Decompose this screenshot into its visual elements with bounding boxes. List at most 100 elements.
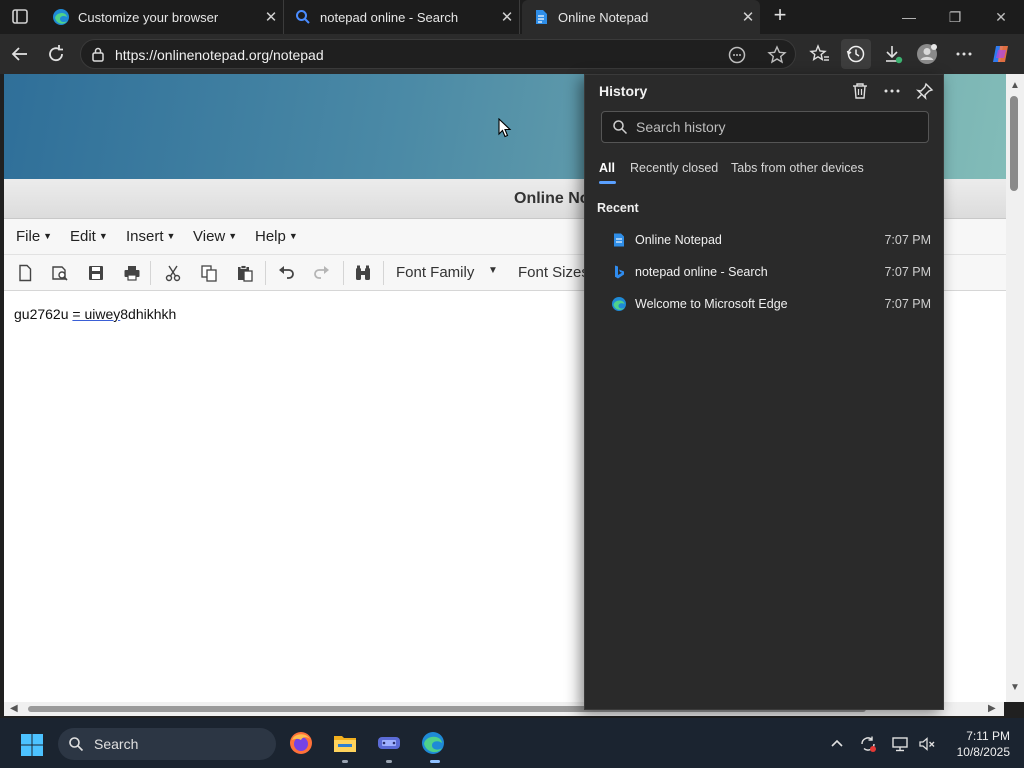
profile-avatar[interactable]: [916, 43, 938, 65]
menu-file[interactable]: File ▼: [16, 228, 52, 245]
cut-icon[interactable]: [164, 264, 182, 282]
history-item-title: Welcome to Microsoft Edge: [635, 297, 788, 311]
scroll-down-icon[interactable]: ▼: [1010, 682, 1020, 693]
downloads-icon[interactable]: [882, 43, 904, 65]
history-tab-recently-closed[interactable]: Recently closed: [630, 161, 718, 175]
bing-icon: [611, 264, 627, 280]
new-document-icon[interactable]: [16, 264, 34, 282]
editor-textarea[interactable]: gu2762u = uiwey8dhikhkh: [14, 306, 176, 322]
reading-mode-icon[interactable]: [727, 45, 747, 65]
tab-actions-icon[interactable]: [8, 6, 32, 28]
more-options-icon[interactable]: [882, 81, 902, 101]
edge-icon: [611, 296, 627, 312]
undo-icon[interactable]: [277, 264, 295, 282]
close-tab-icon[interactable]: ✕: [495, 8, 519, 26]
history-tab-other-devices[interactable]: Tabs from other devices: [731, 161, 864, 175]
history-item[interactable]: Online Notepad 7:07 PM: [611, 228, 931, 254]
history-item[interactable]: Welcome to Microsoft Edge 7:07 PM: [611, 292, 931, 318]
history-item[interactable]: notepad online - Search 7:07 PM: [611, 260, 931, 286]
tab-notepad-search[interactable]: notepad online - Search ✕: [284, 0, 520, 34]
scrollbar-thumb[interactable]: [1010, 96, 1018, 191]
file-explorer-icon[interactable]: [332, 730, 358, 756]
clock-time: 7:11 PM: [966, 729, 1010, 743]
caret-down-icon[interactable]: ▼: [488, 265, 498, 276]
history-panel: History All Recently closed Tabs from ot…: [584, 74, 944, 710]
address-bar[interactable]: https://onlinenotepad.org/notepad: [80, 39, 796, 69]
favorite-star-icon[interactable]: [767, 45, 787, 65]
history-item-title: notepad online - Search: [635, 265, 768, 279]
font-sizes-select[interactable]: Font Sizes: [518, 264, 589, 281]
tab-title: notepad online - Search: [320, 9, 459, 25]
close-window-icon[interactable]: ✕: [978, 0, 1024, 34]
clock-date: 10/8/2025: [956, 745, 1010, 759]
pin-icon[interactable]: [915, 81, 935, 101]
caret-down-icon: ▼: [98, 231, 108, 241]
taskbar-search[interactable]: Search: [58, 728, 276, 760]
editor-text-misspelled: = uiwey: [72, 306, 121, 322]
print-icon[interactable]: [123, 264, 141, 282]
menu-label: File: [16, 228, 41, 245]
open-preview-icon[interactable]: [51, 264, 69, 282]
caret-down-icon: ▼: [228, 231, 238, 241]
menu-insert[interactable]: Insert ▼: [126, 228, 175, 245]
url-text[interactable]: https://onlinenotepad.org/notepad: [115, 47, 324, 63]
system-clock[interactable]: 7:11 PM 10/8/2025: [944, 728, 1010, 760]
font-family-select[interactable]: Font Family: [396, 264, 474, 281]
more-icon[interactable]: [953, 43, 975, 65]
show-hidden-icons-icon[interactable]: [828, 735, 846, 753]
menu-help[interactable]: Help ▼: [255, 228, 298, 245]
history-item-time: 7:07 PM: [884, 265, 931, 279]
edge-icon: [52, 8, 70, 26]
taskbar: Search 7:11 PM 10/8/2025: [0, 718, 1024, 768]
copilot-icon[interactable]: [990, 43, 1012, 65]
tab-strip: Customize your browser ✕ notepad online …: [0, 0, 1024, 34]
caret-down-icon: ▼: [43, 231, 53, 241]
menu-edit[interactable]: Edit ▼: [70, 228, 108, 245]
notepad-icon: [532, 8, 550, 26]
tab-online-notepad[interactable]: Online Notepad ✕: [522, 0, 760, 34]
menu-label: View: [193, 228, 226, 245]
history-search-input[interactable]: [636, 117, 916, 137]
editor-text-part: gu2762u: [14, 306, 73, 322]
new-tab-button[interactable]: +: [768, 4, 792, 28]
mouse-cursor-icon: [498, 117, 512, 138]
lock-icon[interactable]: [91, 46, 105, 62]
back-icon[interactable]: [7, 41, 33, 67]
refresh-icon[interactable]: [43, 41, 69, 67]
volume-muted-icon[interactable]: [918, 735, 936, 753]
firefox-icon[interactable]: [288, 730, 314, 756]
toolbar-divider: [150, 261, 151, 285]
copy-icon[interactable]: [200, 264, 218, 282]
close-tab-icon[interactable]: ✕: [259, 8, 283, 26]
windows-start-icon[interactable]: [20, 733, 44, 757]
menu-label: Help: [255, 228, 286, 245]
restore-icon[interactable]: ❐: [932, 0, 978, 34]
history-icon[interactable]: [841, 39, 871, 69]
menu-label: Edit: [70, 228, 96, 245]
sync-icon[interactable]: [859, 735, 877, 753]
paste-icon[interactable]: [236, 264, 254, 282]
scroll-up-icon[interactable]: ▲: [1010, 80, 1020, 91]
scroll-left-icon[interactable]: ◀: [10, 703, 18, 714]
network-icon[interactable]: [891, 735, 909, 753]
edge-taskbar-icon[interactable]: [420, 730, 446, 756]
scroll-right-icon[interactable]: ▶: [988, 703, 996, 714]
vertical-scrollbar[interactable]: ▲ ▼: [1006, 74, 1024, 702]
taskbar-search-label: Search: [94, 736, 139, 752]
history-tab-all[interactable]: All: [599, 161, 615, 175]
running-indicator: [386, 760, 392, 763]
toolbar-divider: [343, 261, 344, 285]
redo-icon[interactable]: [313, 264, 331, 282]
game-app-icon[interactable]: [376, 730, 402, 756]
menu-view[interactable]: View ▼: [193, 228, 237, 245]
tab-customize-browser[interactable]: Customize your browser ✕: [42, 0, 284, 34]
history-item-time: 7:07 PM: [884, 297, 931, 311]
minimize-icon[interactable]: —: [886, 0, 932, 34]
delete-trash-icon[interactable]: [850, 81, 870, 101]
save-icon[interactable]: [87, 264, 105, 282]
history-title: History: [599, 83, 648, 99]
close-tab-icon[interactable]: ✕: [736, 8, 760, 26]
favorites-icon[interactable]: [809, 43, 831, 65]
history-search-box[interactable]: [601, 111, 929, 143]
find-binoculars-icon[interactable]: [354, 264, 372, 282]
